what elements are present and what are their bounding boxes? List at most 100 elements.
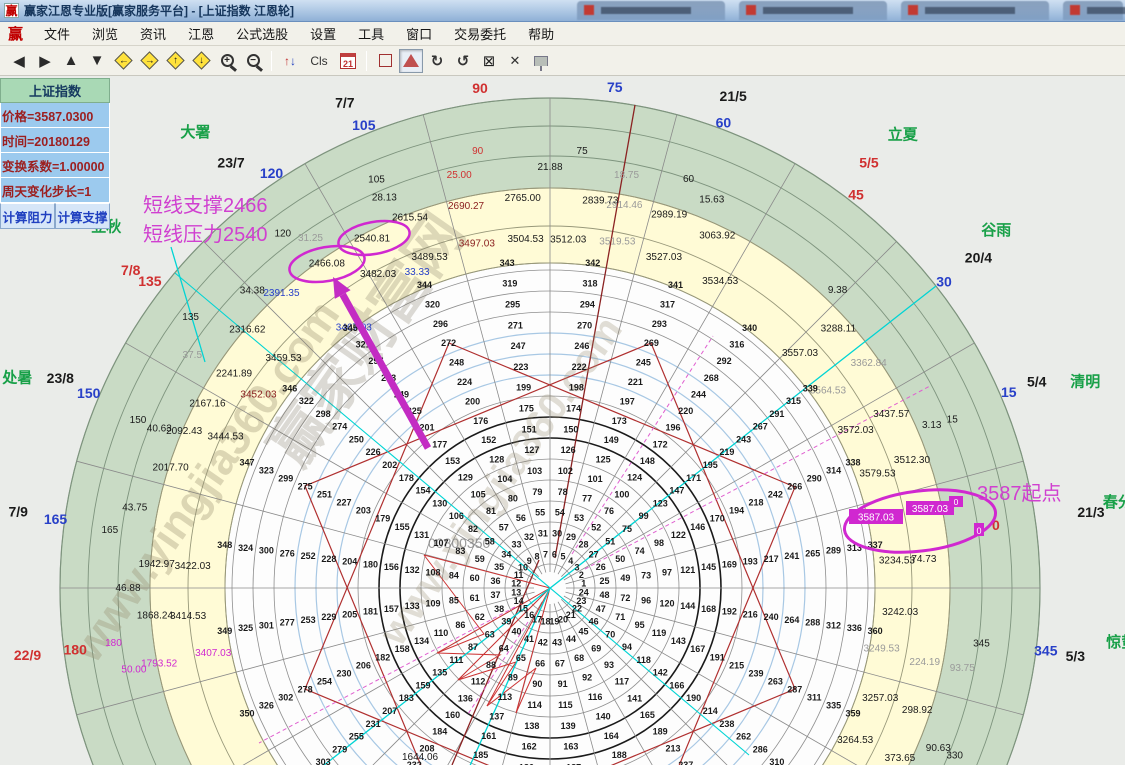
svg-text:66: 66 [535,658,545,668]
svg-text:325: 325 [238,623,253,633]
wheel-label: 3534.53 [702,276,739,287]
wheel-label: 3362.84 [851,358,888,369]
wheel-label: 立夏 [888,125,919,143]
svg-text:90: 90 [532,679,542,689]
wheel-label: 3489.53 [412,252,449,263]
svg-text:265: 265 [805,548,820,558]
wheel-label: 60 [716,114,732,130]
svg-text:162: 162 [522,742,537,752]
svg-text:214: 214 [703,706,718,716]
svg-text:217: 217 [764,554,779,564]
svg-text:174: 174 [566,404,581,414]
svg-text:116: 116 [588,692,603,702]
wheel-label: 清明 [1070,373,1100,391]
wheel-label: 105 [352,117,376,133]
wheel-label: 43.75 [122,502,147,513]
svg-text:229: 229 [321,612,336,622]
svg-text:204: 204 [342,557,357,567]
svg-text:72: 72 [620,593,630,603]
svg-text:120: 120 [659,598,674,608]
svg-text:150: 150 [563,424,578,434]
svg-text:55: 55 [535,508,545,518]
svg-text:342: 342 [585,258,600,268]
svg-text:218: 218 [749,498,764,508]
svg-text:190: 190 [686,693,701,703]
svg-text:317: 317 [660,299,675,309]
svg-text:67: 67 [555,658,565,668]
svg-text:60: 60 [470,573,480,583]
svg-text:264: 264 [784,615,799,625]
svg-text:344: 344 [417,280,432,290]
wheel-label: 45 [848,186,864,202]
svg-text:100: 100 [614,489,629,499]
svg-text:286: 286 [753,744,768,754]
svg-text:278: 278 [298,684,313,694]
wheel-label: 3579.53 [859,468,896,479]
wheel-label: 46.88 [115,583,140,594]
svg-text:255: 255 [349,732,364,742]
wheel-label: 298.92 [902,705,933,716]
wheel-label: 20/4 [965,249,992,265]
svg-text:196: 196 [665,423,680,433]
svg-text:263: 263 [768,676,783,686]
svg-text:179: 179 [375,514,390,524]
wheel-label: 150 [77,385,101,401]
svg-text:291: 291 [769,409,784,419]
svg-text:59: 59 [475,554,485,564]
instrument-name: 上证指数 [0,78,110,103]
svg-text:2: 2 [579,570,584,580]
svg-text:266: 266 [787,482,802,492]
calc-button-1[interactable]: 计算阻力 [0,203,55,229]
svg-text:83: 83 [455,546,465,556]
highlighted-price-2: 3587.03 [912,504,949,515]
gann-wheel-canvas[interactable]: www.yingjia360.comwww.yingjia360.com赢家财富… [0,0,1125,765]
svg-text:118: 118 [636,655,651,665]
svg-text:340: 340 [742,323,757,333]
svg-text:87: 87 [468,642,478,652]
svg-text:156: 156 [384,562,399,572]
svg-text:5: 5 [561,552,566,562]
calc-button-2[interactable]: 计算支撑 [55,203,110,229]
svg-text:166: 166 [669,680,684,690]
svg-text:35: 35 [494,562,504,572]
svg-text:71: 71 [615,612,625,622]
svg-text:63: 63 [485,629,495,639]
svg-text:312: 312 [826,620,841,630]
svg-text:167: 167 [690,644,705,654]
svg-text:93: 93 [604,660,614,670]
svg-text:49: 49 [620,573,630,583]
svg-text:38: 38 [494,604,504,614]
svg-text:296: 296 [433,319,448,329]
svg-text:348: 348 [217,540,232,550]
svg-text:77: 77 [582,493,592,503]
svg-text:28: 28 [578,539,588,549]
svg-text:253: 253 [301,615,316,625]
svg-text:37: 37 [490,590,500,600]
svg-text:24: 24 [579,587,589,597]
svg-text:8: 8 [534,552,539,562]
svg-text:221: 221 [628,377,643,387]
svg-text:145: 145 [701,562,716,572]
wheel-label: 21/5 [720,88,747,104]
svg-text:153: 153 [445,456,460,466]
wheel-label: 2989.19 [651,210,688,221]
svg-text:129: 129 [458,473,473,483]
wheel-label: 春分 [1103,493,1125,511]
wheel-label: 大署 [180,123,210,141]
svg-text:56: 56 [516,513,526,523]
svg-text:101: 101 [588,474,603,484]
panel-field-2: 时间=20180129 [0,128,110,153]
svg-text:318: 318 [583,279,598,289]
svg-text:92: 92 [582,673,592,683]
svg-text:193: 193 [743,557,758,567]
svg-text:109: 109 [425,598,440,608]
svg-text:246: 246 [574,341,589,351]
wheel-label: 75 [577,146,589,157]
svg-text:294: 294 [580,299,595,309]
svg-text:172: 172 [653,439,668,449]
svg-text:223: 223 [513,362,528,372]
svg-text:62: 62 [475,612,485,622]
svg-text:102: 102 [558,466,573,476]
svg-text:360: 360 [868,626,883,636]
wheel-label: 3512.03 [550,234,587,245]
